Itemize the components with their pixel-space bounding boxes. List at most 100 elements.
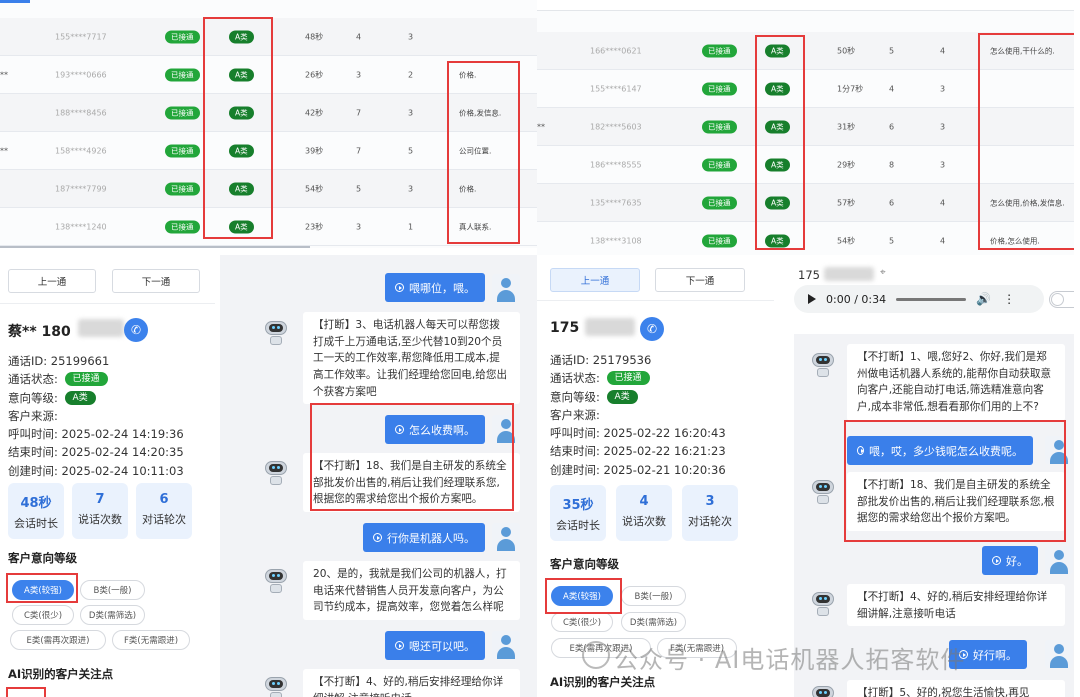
call-detail-card: 上一通 下一通 蔡** 180 ✆ 通话ID: 25199661 通话状态: 已… [0,255,215,697]
bot-message: 【打断】5、好的,祝您生活愉快,再见 [847,680,1065,697]
customer-message: 嗯还可以吧。 [385,631,485,660]
call-table: 166****0621 已接通 A类 50秒 5 4 怎么使用,干什么的. 15… [537,0,1074,255]
bot-message: 【不打断】18、我们是自主研发的系统全部批发价出售的,稍后让我们经理联系您,根据… [303,453,520,512]
status-badge: 已接通 [606,371,650,386]
stat-speak-count: 7 说话次数 [72,483,128,539]
watermark: 公众号 · AI电话机器人拓客软件 [614,646,966,674]
customer-message: 怎么收费啊。 [385,415,485,444]
user-avatar [492,415,520,443]
user-avatar [1045,640,1073,668]
phone-icon[interactable]: ✆ [124,318,148,342]
status-badge: 已接通 [64,372,108,387]
stat-duration: 35秒 会话时长 [550,485,606,541]
table-row[interactable]: 187****7799 已接通 A类 54秒 5 3 价格. [0,170,537,208]
play-icon[interactable] [808,294,816,304]
bot-message: 20、是的，我就是我们公司的机器人，打电话来代替销售人员开发意向客户，为公司节约… [303,561,520,620]
level-badge: A类 [64,390,96,405]
focus-title: AI识别的客户关注点 [8,667,114,681]
chat-pane: 喂哪位，喂。 【打断】3、电话机器人每天可以帮您拨打成千上万通电话,至少代替10… [220,255,537,697]
robot-avatar [262,566,290,594]
robot-avatar [262,458,290,486]
play-icon [395,283,404,292]
user-avatar [492,274,520,302]
stat-rounds: 3 对话轮次 [682,485,738,541]
bot-message: 【不打断】18、我们是自主研发的系统全部批发价出售的,稍后让我们经理联系您,根据… [847,472,1065,531]
table-row[interactable]: 138****1240 已接通 A类 23秒 3 1 真人联系. [0,208,537,246]
volume-icon[interactable]: 🔊 [976,292,991,306]
level-option-a[interactable]: A类(较强) [551,586,613,606]
more-icon[interactable]: ⋮ [1003,292,1015,306]
audio-progress[interactable] [896,297,967,301]
robot-avatar [809,350,837,378]
left-panel: 155****7717 已接通 A类 48秒 4 3 ** 193****066… [0,0,537,697]
play-icon [992,556,1001,565]
robot-avatar [809,477,837,505]
scrollbar[interactable] [0,246,310,248]
right-panel: 166****0621 已接通 A类 50秒 5 4 怎么使用,干什么的. 15… [537,0,1074,697]
customer-name: 175 [550,320,580,336]
customer-message: 喂，哎，多少钱呢怎么收费呢。 [847,436,1033,465]
play-icon [395,425,404,434]
customer-name: 蔡** 180 [8,324,71,340]
customer-message: 喂哪位，喂。 [385,273,485,302]
prev-call-button[interactable]: 上一通 [550,268,640,292]
table-row[interactable]: 155****6147 已接通 A类 1分7秒 4 3 [537,70,1074,108]
audio-area: 175 ⌖ 0:00 / 0:34 🔊 ⋮ [780,258,1074,320]
masked-number [824,267,874,281]
masked-number [78,319,124,337]
stat-speak-count: 4 说话次数 [616,485,672,541]
stat-duration: 48秒 会话时长 [8,483,64,539]
location-icon: ⌖ [880,267,886,278]
bot-message: 【不打断】4、好的,稍后安排经理给你详细讲解,注意接听电话 [847,584,1065,626]
level-option-c[interactable]: C类(很少) [12,605,74,625]
audio-player[interactable]: 0:00 / 0:34 🔊 ⋮ [794,285,1044,313]
call-info: 通话ID: 25199661 通话状态: 已接通 意向等级: A类 客户来源: … [8,354,184,478]
audio-caller: 175 [798,268,820,282]
intent-level-title: 客户意向等级 [550,557,619,571]
highlight-box [6,687,46,697]
table-row[interactable]: ** 182****5603 已接通 A类 31秒 6 3 [537,108,1074,146]
robot-avatar [809,683,837,697]
level-badge: A类 [606,389,638,404]
table-row[interactable]: 135****7635 已接通 A类 57秒 6 4 怎么使用,价格,发信息. [537,184,1074,222]
bot-message: 【不打断】1、喂,您好2、你好,我们是郑州做电话机器人系统的,能帮你自动获取意向… [847,344,1065,421]
focus-title: AI识别的客户关注点 [550,675,656,689]
user-avatar [1045,436,1073,464]
toggle-switch[interactable] [1049,291,1074,308]
wechat-icon [582,641,610,669]
next-call-button[interactable]: 下一通 [655,268,745,292]
table-row[interactable]: 138****3108 已接通 A类 54秒 5 4 价格,怎么使用. [537,222,1074,255]
intent-level-title: 客户意向等级 [8,551,77,565]
play-icon [373,533,382,542]
customer-message: 行你是机器人吗。 [363,523,485,552]
phone-icon[interactable]: ✆ [640,317,664,341]
table-row[interactable]: ** 193****0666 已接通 A类 26秒 3 2 价格. [0,56,537,94]
level-option-c[interactable]: C类(很少) [551,612,613,632]
table-row[interactable]: 166****0621 已接通 A类 50秒 5 4 怎么使用,干什么的. [537,32,1074,70]
table-row[interactable]: ** 158****4926 已接通 A类 39秒 7 5 公司位置. [0,132,537,170]
prev-call-button[interactable]: 上一通 [8,269,96,293]
level-option-b[interactable]: B类(一般) [80,580,145,600]
level-option-f[interactable]: F类(无需跟进) [112,630,190,650]
call-detail-card: 上一通 下一通 175 ✆ 通话ID: 25179536 通话状态: 已接通 意… [537,258,774,697]
next-call-button[interactable]: 下一通 [112,269,200,293]
table-row[interactable]: 186****8555 已接通 A类 29秒 8 3 [537,146,1074,184]
table-row[interactable]: 188****8456 已接通 A类 42秒 7 3 价格,发信息. [0,94,537,132]
bot-message: 【不打断】4、好的,稍后安排经理给你详细讲解,注意接听电话 [303,669,520,697]
customer-message: 好。 [982,546,1038,575]
call-table: 155****7717 已接通 A类 48秒 4 3 ** 193****066… [0,0,537,248]
robot-avatar [262,318,290,346]
level-option-d[interactable]: D类(需筛选) [80,605,145,625]
bot-message: 【打断】3、电话机器人每天可以帮您拨打成千上万通电话,至少代替10到20个员工一… [303,312,520,404]
call-info: 通话ID: 25179536 通话状态: 已接通 意向等级: A类 客户来源: … [550,353,726,477]
level-option-a[interactable]: A类(较强) [12,580,74,600]
table-row[interactable]: 155****7717 已接通 A类 48秒 4 3 [0,18,537,56]
robot-avatar [262,674,290,697]
level-option-e[interactable]: E类(需再次跟进) [10,630,106,650]
play-icon [857,446,864,455]
level-option-b[interactable]: B类(一般) [621,586,686,606]
user-avatar [492,523,520,551]
level-option-d[interactable]: D类(需筛选) [621,612,686,632]
robot-avatar [809,589,837,617]
masked-number [585,318,635,336]
